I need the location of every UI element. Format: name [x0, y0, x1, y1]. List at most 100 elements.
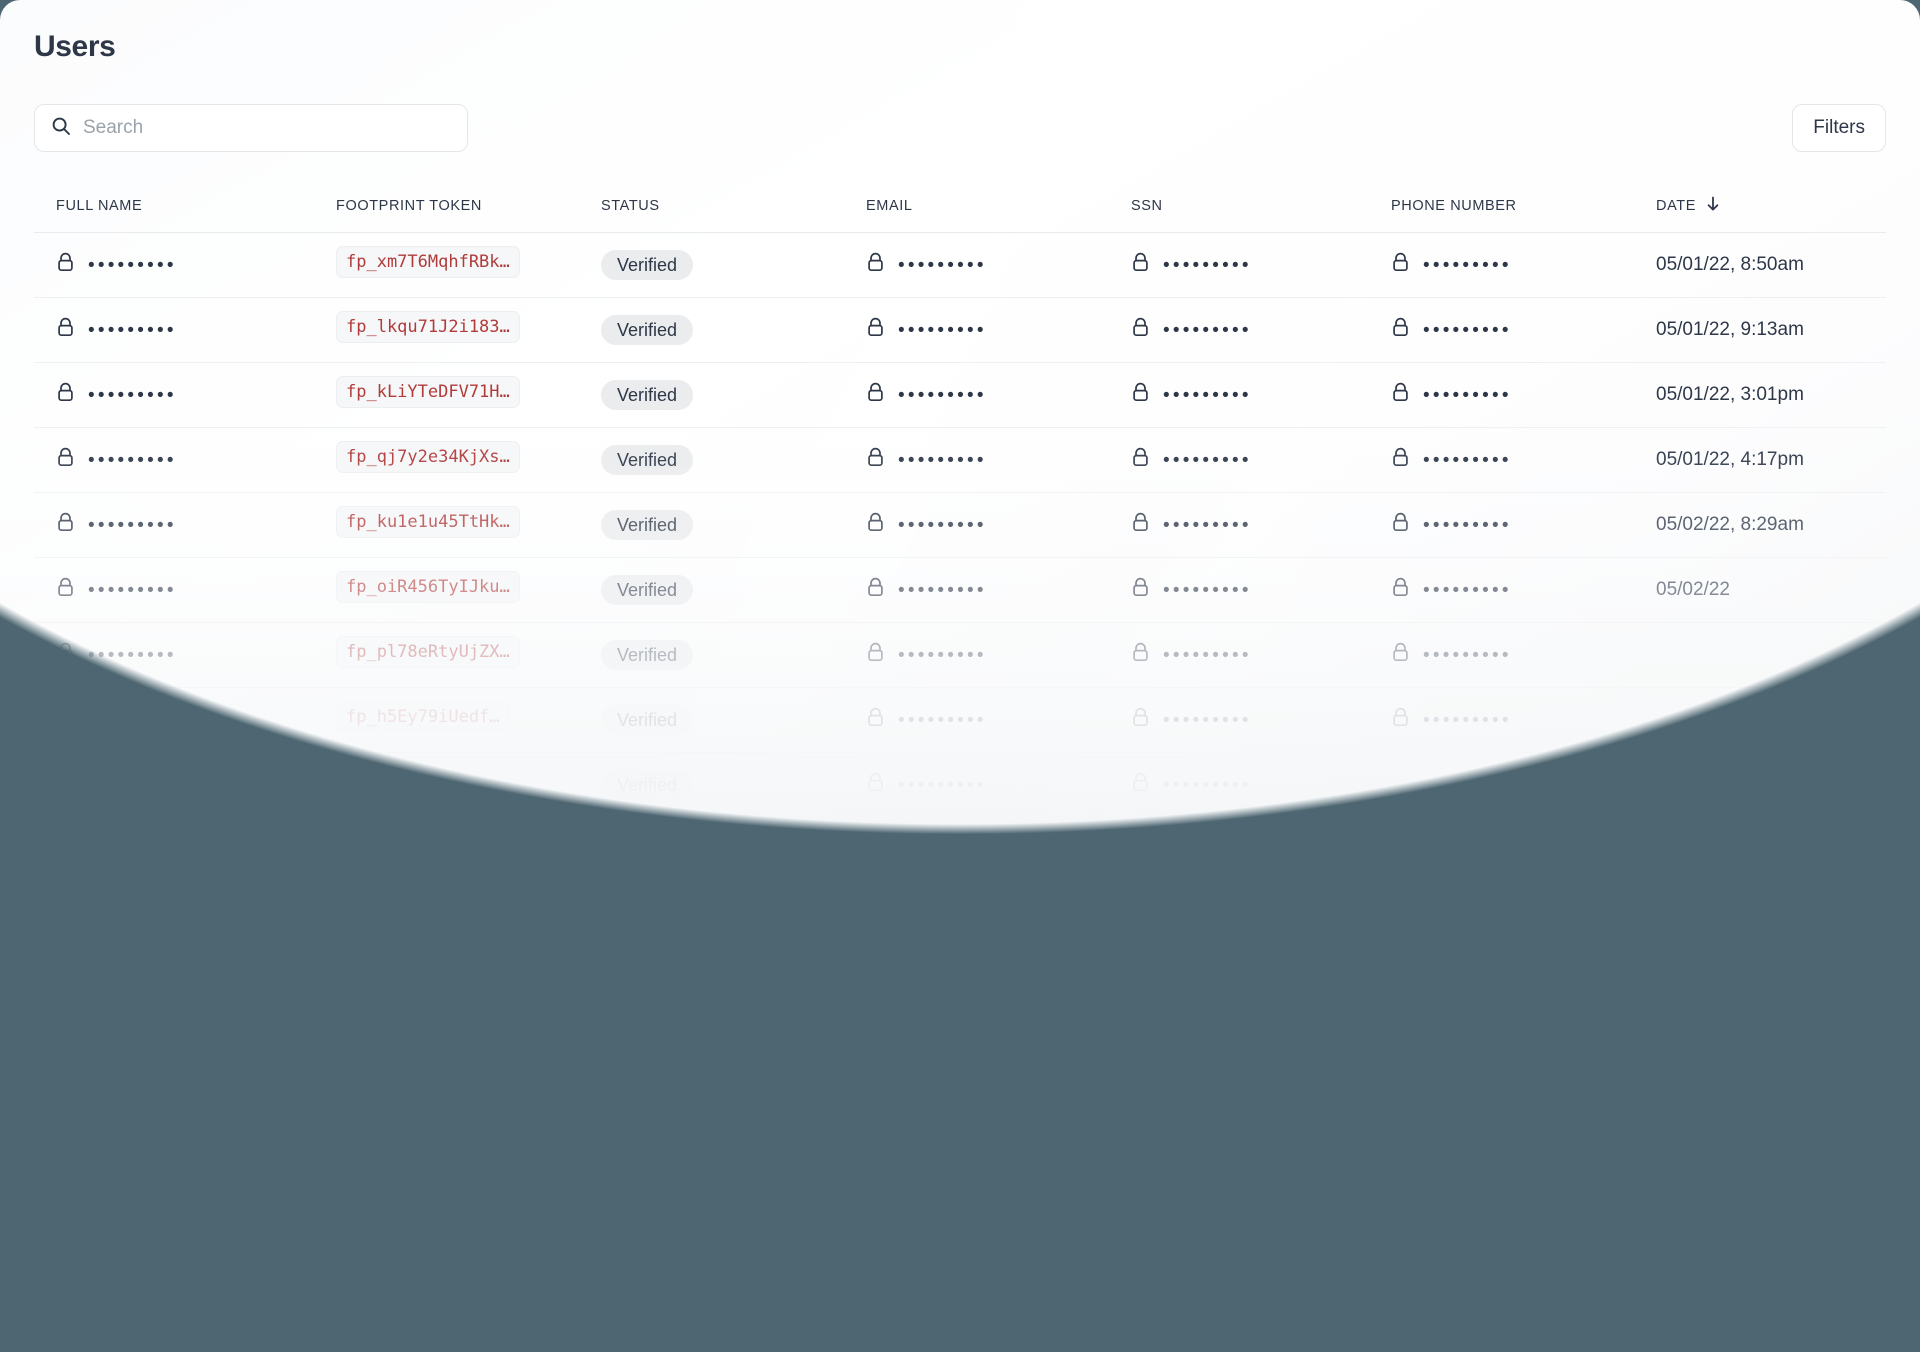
- search-input[interactable]: [83, 117, 451, 139]
- encrypted-value: •••••••••: [866, 772, 1109, 799]
- column-header-date[interactable]: DATE: [1634, 178, 1886, 233]
- cell-email: •••••••••: [844, 232, 1109, 298]
- lock-icon: [866, 252, 885, 279]
- filters-button[interactable]: Filters: [1792, 104, 1886, 152]
- encrypted-value: •••••••••: [1391, 707, 1634, 734]
- footprint-token-chip[interactable]: fp_h5Ey79iUedf…: [336, 701, 510, 733]
- encrypted-value: •••••••••: [1391, 642, 1634, 669]
- status-badge: Verified: [601, 640, 694, 670]
- cell-ssn: •••••••••: [1109, 622, 1369, 688]
- cell-phone-number: •••••••••: [1369, 362, 1634, 428]
- date-text: 05/01/22, 3:01pm: [1656, 384, 1804, 405]
- table-row[interactable]: ••••••••• fp_qj7y2e34KjXs… Verified •••••••…: [34, 427, 1886, 493]
- footprint-token-chip[interactable]: fp_qj7y2e34KjXs…: [336, 441, 520, 473]
- cell-date: [1634, 622, 1886, 688]
- encrypted-value: •••••••••: [56, 252, 314, 279]
- column-header-status[interactable]: STATUS: [579, 178, 844, 233]
- cell-phone-number: •••••••••: [1369, 687, 1634, 753]
- encrypted-value: •••••••••: [56, 447, 314, 474]
- column-header-phone-number[interactable]: PHONE NUMBER: [1369, 178, 1634, 233]
- masked-text: •••••••••: [1163, 709, 1252, 731]
- encrypted-value: •••••••••: [1131, 772, 1369, 799]
- cell-phone-number: •••••••••: [1369, 557, 1634, 623]
- masked-text: •••••••••: [898, 384, 987, 406]
- masked-text: •••••••••: [1163, 644, 1252, 666]
- masked-text: •••••••••: [898, 709, 987, 731]
- column-label: SSN: [1131, 198, 1163, 214]
- cell-footprint-token: fp_pl78eRtyUjZX…: [314, 622, 579, 688]
- lock-icon: [1391, 447, 1410, 474]
- cell-status: Verified: [579, 297, 844, 363]
- encrypted-value: •••••••••: [1131, 317, 1369, 344]
- masked-text: •••••••••: [1163, 384, 1252, 406]
- column-label: EMAIL: [866, 198, 913, 214]
- masked-text: •••••••••: [88, 449, 177, 471]
- masked-text: •••••••••: [88, 774, 177, 796]
- encrypted-value: •••••••••: [866, 512, 1109, 539]
- status-badge: Verified: [601, 315, 694, 345]
- encrypted-value: •••••••••: [1391, 447, 1634, 474]
- lock-icon: [1131, 447, 1150, 474]
- cell-full-name: •••••••••: [34, 362, 314, 428]
- cell-status: Verified: [579, 622, 844, 688]
- lock-icon: [866, 382, 885, 409]
- masked-text: •••••••••: [1163, 449, 1252, 471]
- cell-date: [1634, 752, 1886, 818]
- cell-footprint-token: fp_lkqu71J2i183…: [314, 297, 579, 363]
- column-header-footprint-token[interactable]: FOOTPRINT TOKEN: [314, 178, 579, 233]
- encrypted-value: •••••••••: [866, 317, 1109, 344]
- footprint-token-chip[interactable]: fp_kLiYTeDFV71H…: [336, 376, 520, 408]
- footprint-token-chip[interactable]: fp_pl78eRtyUjZX…: [336, 636, 520, 668]
- table-row[interactable]: ••••••••• fp_kLiYTeDFV71H… Verified •••••••…: [34, 362, 1886, 428]
- table-row[interactable]: ••••••••• fp_oiR456TyIJku… Verified •••••••…: [34, 557, 1886, 623]
- column-header-email[interactable]: EMAIL: [844, 178, 1109, 233]
- table-row[interactable]: ••••••••• fp_lkqu71J2i183… Verified •••••••…: [34, 297, 1886, 363]
- encrypted-value: •••••••••: [866, 577, 1109, 604]
- table-row[interactable]: ••••••••• fp_ku1e1u45TtHk… Verified •••••••…: [34, 492, 1886, 558]
- footprint-token-chip[interactable]: fp_xm7T6MqhfRBk…: [336, 246, 520, 278]
- table-row[interactable]: ••••••••• fp_h5Ey79iUedf… Verified ••••••••…: [34, 687, 1886, 753]
- lock-icon: [866, 512, 885, 539]
- cell-footprint-token: fp_ku1e1u45TtHk…: [314, 492, 579, 558]
- lock-icon: [56, 382, 75, 409]
- masked-text: •••••••••: [1423, 384, 1512, 406]
- cell-ssn: •••••••••: [1109, 297, 1369, 363]
- table-row[interactable]: ••••••••• Verified ••••••••• •••••••••: [34, 752, 1886, 818]
- table-row[interactable]: ••••••••• fp_pl78eRtyUjZX… Verified •••••••…: [34, 622, 1886, 688]
- column-header-ssn[interactable]: SSN: [1109, 178, 1369, 233]
- cell-ssn: •••••••••: [1109, 752, 1369, 818]
- cell-footprint-token: fp_qj7y2e34KjXs…: [314, 427, 579, 493]
- footprint-token-chip[interactable]: fp_ku1e1u45TtHk…: [336, 506, 520, 538]
- table-row[interactable]: ••••••••• fp_xm7T6MqhfRBk… Verified •••••••…: [34, 232, 1886, 298]
- cell-date: 05/02/22: [1634, 557, 1886, 623]
- cell-ssn: •••••••••: [1109, 232, 1369, 298]
- cell-ssn: •••••••••: [1109, 427, 1369, 493]
- encrypted-value: •••••••••: [1131, 447, 1369, 474]
- column-header-full-name[interactable]: FULL NAME: [34, 178, 314, 233]
- masked-text: •••••••••: [1163, 579, 1252, 601]
- encrypted-value: •••••••••: [1131, 512, 1369, 539]
- cell-full-name: •••••••••: [34, 752, 314, 818]
- cell-status: Verified: [579, 427, 844, 493]
- cell-email: •••••••••: [844, 427, 1109, 493]
- footprint-token-chip[interactable]: fp_oiR456TyIJku…: [336, 571, 520, 603]
- lock-icon: [866, 707, 885, 734]
- status-badge: Verified: [601, 575, 694, 605]
- cell-phone-number: •••••••••: [1369, 297, 1634, 363]
- table-header-row: FULL NAME FOOTPRINT TOKEN STATUS EMAIL S: [34, 178, 1886, 233]
- cell-phone-number: •••••••••: [1369, 232, 1634, 298]
- lock-icon: [56, 512, 75, 539]
- cell-email: •••••••••: [844, 557, 1109, 623]
- masked-text: •••••••••: [898, 579, 987, 601]
- app-root: Users Filters FULL NAME: [0, 0, 1920, 1352]
- footprint-token-chip[interactable]: fp_lkqu71J2i183…: [336, 311, 520, 343]
- encrypted-value: •••••••••: [1391, 317, 1634, 344]
- search-input-wrapper[interactable]: [34, 104, 468, 152]
- encrypted-value: •••••••••: [1391, 252, 1634, 279]
- masked-text: •••••••••: [898, 774, 987, 796]
- cell-full-name: •••••••••: [34, 297, 314, 363]
- status-badge: Verified: [601, 445, 694, 475]
- cell-date: 05/01/22, 4:17pm: [1634, 427, 1886, 493]
- page-title: Users: [34, 30, 116, 63]
- masked-text: •••••••••: [88, 319, 177, 341]
